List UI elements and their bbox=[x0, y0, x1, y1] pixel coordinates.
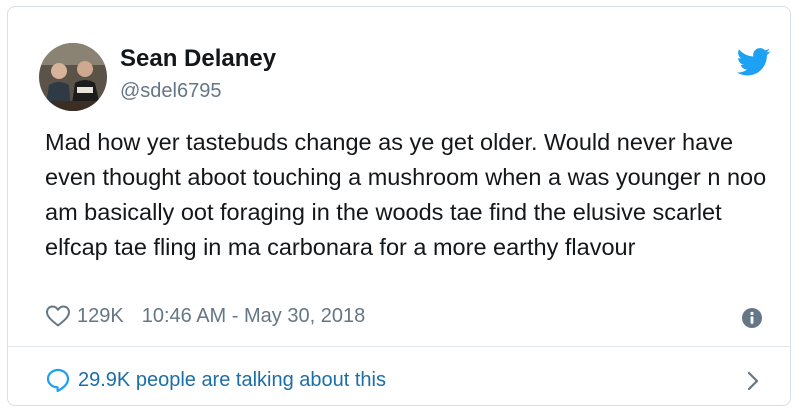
tweet-text: Mad how yer tastebuds change as ye get o… bbox=[45, 129, 767, 260]
tweet-meta: 129K 10:46 AM - May 30, 2018 bbox=[45, 301, 365, 331]
speech-bubble-icon bbox=[45, 367, 71, 393]
author-handle[interactable]: @sdel6795 bbox=[120, 80, 221, 103]
avatar[interactable] bbox=[39, 43, 107, 111]
talking-about-text: 29.9K people are talking about this bbox=[78, 368, 386, 391]
heart-icon[interactable] bbox=[45, 304, 71, 328]
talking-about-link[interactable]: 29.9K people are talking about this bbox=[45, 365, 386, 395]
chevron-right-icon[interactable] bbox=[745, 369, 761, 393]
info-icon[interactable] bbox=[741, 307, 763, 329]
twitter-bird-icon[interactable] bbox=[736, 48, 771, 76]
like-count[interactable]: 129K bbox=[77, 305, 124, 328]
divider bbox=[8, 346, 790, 347]
author-name[interactable]: Sean Delaney bbox=[120, 45, 276, 73]
tweet-timestamp[interactable]: 10:46 AM - May 30, 2018 bbox=[142, 305, 365, 328]
tweet-card: Sean Delaney @sdel6795 Mad how yer taste… bbox=[7, 6, 791, 406]
